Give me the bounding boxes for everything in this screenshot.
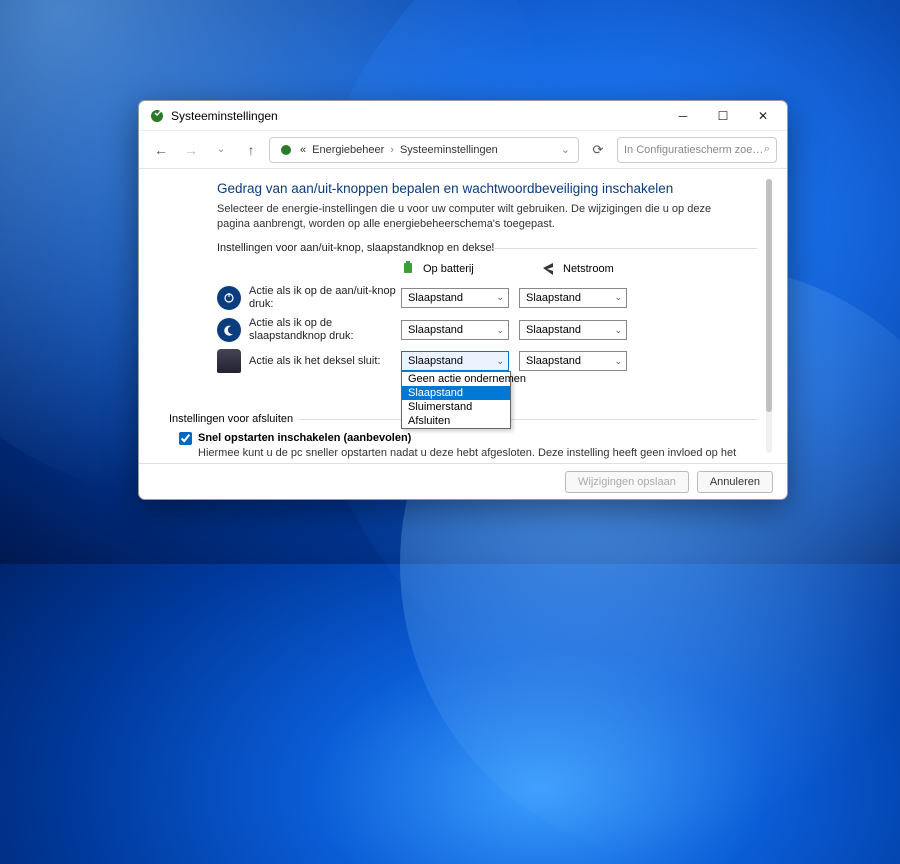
power-options-icon bbox=[149, 108, 165, 124]
system-settings-window: Systeeminstellingen ─ ☐ ✕ ← → ⌄ ↑ « Ener… bbox=[138, 100, 788, 500]
more-info-link[interactable]: Meer informatie bbox=[449, 462, 525, 463]
dropdown-sleep-plugged[interactable]: Slaapstand⌄ bbox=[519, 320, 627, 340]
chevron-down-icon: ⌄ bbox=[614, 356, 622, 367]
dropdown-power-plugged[interactable]: Slaapstand⌄ bbox=[519, 288, 627, 308]
dropdown-option[interactable]: Sluimerstand bbox=[402, 400, 510, 414]
page-description: Selecteer de energie-instellingen die u … bbox=[217, 202, 747, 232]
dropdown-lid-plugged[interactable]: Slaapstand⌄ bbox=[519, 351, 627, 371]
dropdown-option[interactable]: Geen actie ondernemen bbox=[402, 372, 510, 386]
chevron-down-icon[interactable]: ⌄ bbox=[561, 143, 570, 156]
content-area: Gedrag van aan/uit-knoppen bepalen en wa… bbox=[139, 169, 787, 463]
cancel-button[interactable]: Annuleren bbox=[697, 471, 773, 493]
column-plugged: Netstroom bbox=[541, 260, 657, 279]
nav-toolbar: ← → ⌄ ↑ « Energiebeheer › Systeeminstell… bbox=[139, 131, 787, 169]
row-label: Actie als ik het deksel sluit: bbox=[249, 355, 401, 368]
breadcrumb-item[interactable]: Systeeminstellingen bbox=[400, 144, 498, 156]
row-power-button: Actie als ik op de aan/uit-knop druk: Sl… bbox=[217, 285, 747, 311]
dropdown-power-battery[interactable]: Slaapstand⌄ bbox=[401, 288, 509, 308]
moon-icon bbox=[217, 318, 241, 342]
dropdown-sleep-battery[interactable]: Slaapstand⌄ bbox=[401, 320, 509, 340]
up-button[interactable]: ↑ bbox=[239, 138, 263, 162]
row-label: Actie als ik op de aan/uit-knop druk: bbox=[249, 285, 401, 311]
page-heading: Gedrag van aan/uit-knoppen bepalen en wa… bbox=[217, 181, 747, 196]
dropdown-option[interactable]: Slaapstand bbox=[402, 386, 510, 400]
minimize-button[interactable]: ─ bbox=[663, 102, 703, 130]
row-sleep-button: Actie als ik op de slaapstandknop druk: … bbox=[217, 317, 747, 343]
checkbox-fast-startup: Snel opstarten inschakelen (aanbevolen) … bbox=[179, 431, 747, 463]
chevron-down-icon: ⌄ bbox=[496, 325, 504, 336]
dropdown-lid-battery[interactable]: Slaapstand⌄ Geen actie ondernemen Slaaps… bbox=[401, 351, 509, 371]
back-button[interactable]: ← bbox=[149, 138, 173, 162]
dropdown-option[interactable]: Afsluiten bbox=[402, 414, 510, 428]
fieldset-buttons-label: Instellingen voor aan/uit-knop, slaapsta… bbox=[217, 242, 747, 254]
close-button[interactable]: ✕ bbox=[743, 102, 783, 130]
checkbox-input[interactable] bbox=[179, 432, 192, 445]
breadcrumb-guillemet: « bbox=[300, 144, 306, 156]
power-options-icon bbox=[278, 142, 294, 158]
titlebar: Systeeminstellingen ─ ☐ ✕ bbox=[139, 101, 787, 131]
row-label: Actie als ik op de slaapstandknop druk: bbox=[249, 317, 401, 343]
scrollbar-thumb[interactable] bbox=[766, 179, 772, 412]
refresh-button[interactable]: ⟳ bbox=[585, 137, 611, 163]
column-battery: Op batterij bbox=[401, 260, 517, 279]
maximize-button[interactable]: ☐ bbox=[703, 102, 743, 130]
breadcrumb-item[interactable]: Energiebeheer bbox=[312, 144, 384, 156]
breadcrumb-separator: › bbox=[390, 144, 394, 156]
checkbox-desc: Hiermee kunt u de pc sneller opstarten n… bbox=[198, 447, 736, 463]
scrollbar[interactable] bbox=[766, 179, 772, 453]
address-bar[interactable]: « Energiebeheer › Systeeminstellingen ⌄ bbox=[269, 137, 579, 163]
chevron-down-icon: ⌄ bbox=[496, 292, 504, 303]
window-title: Systeeminstellingen bbox=[171, 109, 663, 123]
search-icon: ⌕ bbox=[764, 143, 770, 156]
chevron-down-icon: ⌄ bbox=[614, 292, 622, 303]
battery-icon bbox=[401, 260, 417, 279]
row-lid-close: Actie als ik het deksel sluit: Slaapstan… bbox=[217, 349, 747, 373]
dropdown-menu: Geen actie ondernemen Slaapstand Sluimer… bbox=[401, 371, 511, 429]
search-input[interactable]: In Configuratiescherm zoek... ⌕ bbox=[617, 137, 777, 163]
laptop-lid-icon bbox=[217, 349, 241, 373]
checkbox-title: Snel opstarten inschakelen (aanbevolen) bbox=[198, 432, 411, 444]
power-icon bbox=[217, 286, 241, 310]
save-button[interactable]: Wijzigingen opslaan bbox=[565, 471, 689, 493]
chevron-down-icon: ⌄ bbox=[496, 356, 504, 367]
forward-button[interactable]: → bbox=[179, 138, 203, 162]
plug-icon bbox=[541, 260, 557, 279]
search-placeholder: In Configuratiescherm zoek... bbox=[624, 144, 764, 156]
chevron-down-icon: ⌄ bbox=[614, 325, 622, 336]
recent-button[interactable]: ⌄ bbox=[209, 138, 233, 162]
footer: Wijzigingen opslaan Annuleren bbox=[139, 463, 787, 499]
annotation-arrow bbox=[781, 404, 787, 424]
column-headers: Op batterij Netstroom bbox=[401, 260, 747, 279]
